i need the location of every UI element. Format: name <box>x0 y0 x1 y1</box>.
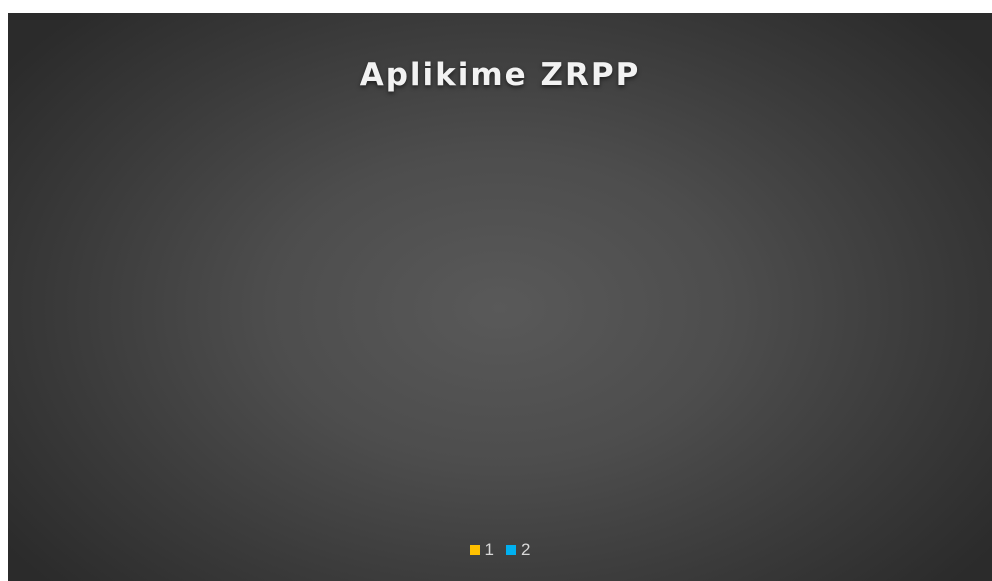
legend-label-2: 2 <box>521 540 531 559</box>
legend-swatch-1 <box>469 545 480 555</box>
chart-frame: Aplikime ZRPP 1 2 <box>0 0 992 581</box>
legend-swatch-2 <box>506 545 516 555</box>
legend-item-2: 2 <box>506 540 530 560</box>
chart-title: Aplikime ZRPP <box>359 57 641 93</box>
legend: 1 2 <box>8 540 992 560</box>
legend-label-1: 1 <box>484 540 494 559</box>
plot-area <box>48 113 952 523</box>
legend-item-1: 1 <box>469 540 494 560</box>
chart-area: Aplikime ZRPP 1 2 <box>8 13 992 581</box>
